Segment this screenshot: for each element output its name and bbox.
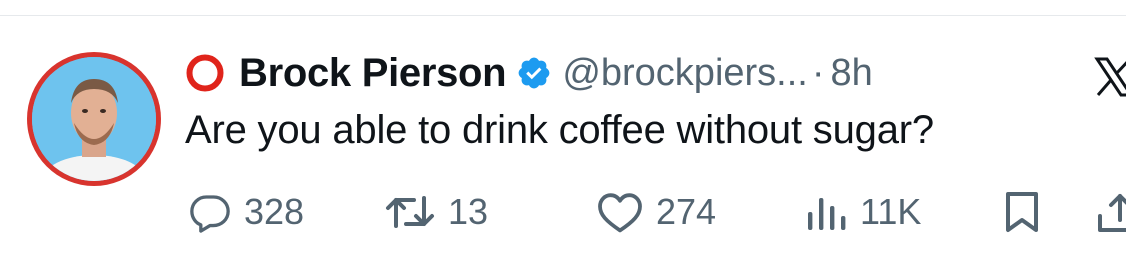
views-count: 11K bbox=[860, 191, 922, 232]
top-divider bbox=[0, 15, 1126, 16]
author-name[interactable]: Brock Pierson bbox=[239, 51, 507, 96]
retweet-count: 13 bbox=[448, 191, 489, 232]
reply-icon bbox=[190, 195, 230, 233]
views-button[interactable]: 11K bbox=[804, 186, 921, 238]
verified-badge-icon[interactable] bbox=[516, 55, 552, 91]
x-logo-icon bbox=[1094, 57, 1126, 97]
separator-dot: · bbox=[811, 51, 825, 94]
retweet-icon bbox=[386, 196, 434, 228]
reply-button[interactable]: 328 bbox=[188, 186, 304, 238]
share-icon bbox=[1098, 194, 1126, 232]
action-bar: 328 13 274 11K bbox=[0, 186, 1126, 238]
tweet-header: Brock Pierson @brockpiers... · 8h bbox=[185, 45, 873, 101]
share-button[interactable] bbox=[1096, 186, 1126, 238]
author-handle[interactable]: @brockpiers... bbox=[562, 52, 808, 95]
red-circle-emoji-icon bbox=[186, 54, 224, 92]
views-icon bbox=[808, 198, 846, 230]
like-count: 274 bbox=[656, 191, 717, 232]
avatar-photo bbox=[32, 57, 156, 181]
like-icon bbox=[598, 193, 642, 233]
like-button[interactable]: 274 bbox=[596, 186, 716, 238]
bookmark-button[interactable] bbox=[1002, 186, 1042, 238]
avatar[interactable] bbox=[27, 52, 161, 186]
tweet-text: Are you able to drink coffee without sug… bbox=[185, 108, 934, 152]
bookmark-icon bbox=[1006, 192, 1038, 232]
retweet-button[interactable]: 13 bbox=[384, 186, 488, 238]
reply-count: 328 bbox=[244, 191, 305, 232]
tweet-timestamp[interactable]: 8h bbox=[831, 52, 873, 95]
